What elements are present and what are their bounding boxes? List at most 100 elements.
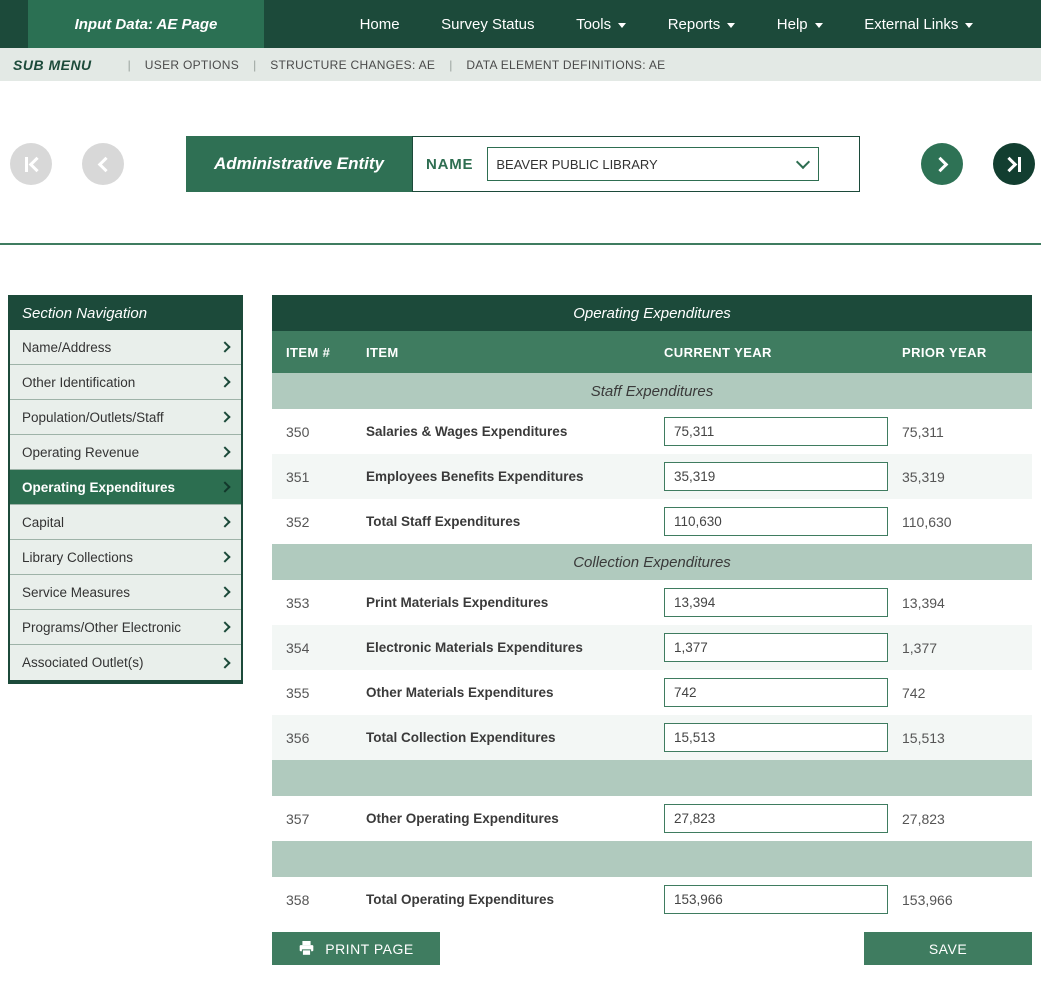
current-year-input-350[interactable] xyxy=(664,417,888,446)
entity-pager-row: Administrative Entity NAME BEAVER PUBLIC… xyxy=(0,136,1041,192)
chevron-right-icon xyxy=(219,586,230,597)
sidebar-item-population-outlets-staff[interactable]: Population/Outlets/Staff xyxy=(10,400,241,435)
table-row: 354 Electronic Materials Expenditures 1,… xyxy=(272,625,1032,670)
section-spacer xyxy=(272,760,1032,796)
table-row: 358 Total Operating Expenditures 153,966 xyxy=(272,877,1032,922)
administrative-entity-label: Administrative Entity xyxy=(186,136,412,192)
item-number: 353 xyxy=(272,595,366,611)
print-page-button[interactable]: PRINT PAGE xyxy=(272,932,440,965)
submenu-item-data-element-definitions[interactable]: DATA ELEMENT DEFINITIONS: AE xyxy=(466,58,665,72)
section-spacer xyxy=(272,841,1032,877)
chevron-right-icon xyxy=(219,657,230,668)
item-number: 356 xyxy=(272,730,366,746)
caret-down-icon xyxy=(815,23,823,28)
nav-item-home[interactable]: Home xyxy=(360,16,400,33)
caret-down-icon xyxy=(618,23,626,28)
sidebar-item-label: Service Measures xyxy=(22,585,130,600)
current-year-input-355[interactable] xyxy=(664,678,888,707)
sidebar-item-label: Operating Revenue xyxy=(22,445,139,460)
first-page-button[interactable] xyxy=(10,143,52,185)
prior-year-value: 110,630 xyxy=(902,514,1032,530)
sidebar-item-label: Library Collections xyxy=(22,550,133,565)
item-name: Electronic Materials Expenditures xyxy=(366,640,664,655)
next-page-button[interactable] xyxy=(921,143,963,185)
chevron-left-icon xyxy=(100,159,107,170)
sidebar-item-library-collections[interactable]: Library Collections xyxy=(10,540,241,575)
prior-year-value: 27,823 xyxy=(902,811,1032,827)
item-name: Salaries & Wages Expenditures xyxy=(366,424,664,439)
prev-page-button[interactable] xyxy=(82,143,124,185)
save-label: SAVE xyxy=(929,941,967,957)
submenu-item-user-options[interactable]: USER OPTIONS xyxy=(145,58,239,72)
prior-year-value: 1,377 xyxy=(902,640,1032,656)
sidebar-item-associated-outlets[interactable]: Associated Outlet(s) xyxy=(10,645,241,680)
chevron-down-icon xyxy=(796,154,810,168)
chevron-right-icon xyxy=(219,516,230,527)
entity-name-select[interactable]: BEAVER PUBLIC LIBRARY xyxy=(487,147,819,181)
sidebar-item-service-measures[interactable]: Service Measures xyxy=(10,575,241,610)
table-actions: PRINT PAGE SAVE xyxy=(272,932,1032,965)
table-row: 355 Other Materials Expenditures 742 xyxy=(272,670,1032,715)
sidebar-item-label: Population/Outlets/Staff xyxy=(22,410,164,425)
current-year-input-351[interactable] xyxy=(664,462,888,491)
sidebar-item-label: Operating Expenditures xyxy=(22,480,175,495)
sidebar-item-programs-other-electronic[interactable]: Programs/Other Electronic xyxy=(10,610,241,645)
chevron-right-icon xyxy=(219,376,230,387)
sidebar-item-label: Capital xyxy=(22,515,64,530)
sidebar-item-operating-expenditures[interactable]: Operating Expenditures xyxy=(10,470,241,505)
horizontal-divider xyxy=(0,243,1041,245)
separator: | xyxy=(128,58,131,72)
active-page-tab[interactable]: Input Data: AE Page xyxy=(28,0,264,48)
column-header-item-number: ITEM # xyxy=(272,345,366,360)
item-number: 354 xyxy=(272,640,366,656)
nav-item-help[interactable]: Help xyxy=(777,16,823,33)
column-header-prior-year: PRIOR YEAR xyxy=(902,345,1032,360)
table-row: 353 Print Materials Expenditures 13,394 xyxy=(272,580,1032,625)
chevron-right-icon xyxy=(219,621,230,632)
nav-item-label: Reports xyxy=(668,16,721,33)
prior-year-value: 742 xyxy=(902,685,1032,701)
current-year-input-357[interactable] xyxy=(664,804,888,833)
sub-menu-title: SUB MENU xyxy=(13,57,92,73)
nav-item-tools[interactable]: Tools xyxy=(576,16,626,33)
item-number: 355 xyxy=(272,685,366,701)
item-number: 351 xyxy=(272,469,366,485)
name-label: NAME xyxy=(426,156,473,173)
last-page-button[interactable] xyxy=(993,143,1035,185)
current-year-input-358[interactable] xyxy=(664,885,888,914)
operating-expenditures-table: Operating Expenditures ITEM # ITEM CURRE… xyxy=(272,295,1032,965)
nav-item-label: Tools xyxy=(576,16,611,33)
nav-item-label: Survey Status xyxy=(441,16,534,33)
table-row: 351 Employees Benefits Expenditures 35,3… xyxy=(272,454,1032,499)
current-year-input-352[interactable] xyxy=(664,507,888,536)
current-year-input-353[interactable] xyxy=(664,588,888,617)
item-number: 350 xyxy=(272,424,366,440)
item-name: Total Collection Expenditures xyxy=(366,730,664,745)
current-year-input-354[interactable] xyxy=(664,633,888,662)
sidebar-item-operating-revenue[interactable]: Operating Revenue xyxy=(10,435,241,470)
top-navigation-bar: Input Data: AE Page Home Survey Status T… xyxy=(0,0,1041,48)
sidebar-item-other-identification[interactable]: Other Identification xyxy=(10,365,241,400)
item-name: Total Operating Expenditures xyxy=(366,892,664,907)
chevron-right-icon xyxy=(219,481,230,492)
entity-name-selected-value: BEAVER PUBLIC LIBRARY xyxy=(496,157,657,172)
item-number: 352 xyxy=(272,514,366,530)
nav-item-survey-status[interactable]: Survey Status xyxy=(441,16,534,33)
print-page-label: PRINT PAGE xyxy=(325,941,414,957)
sidebar-item-capital[interactable]: Capital xyxy=(10,505,241,540)
table-row: 350 Salaries & Wages Expenditures 75,311 xyxy=(272,409,1032,454)
top-nav-menu: Home Survey Status Tools Reports Help Ex… xyxy=(264,0,1041,48)
nav-item-external-links[interactable]: External Links xyxy=(864,16,973,33)
chevron-right-icon xyxy=(939,159,946,170)
printer-icon xyxy=(298,941,315,956)
save-button[interactable]: SAVE xyxy=(864,932,1032,965)
item-name: Other Operating Expenditures xyxy=(366,811,664,826)
current-year-input-356[interactable] xyxy=(664,723,888,752)
nav-item-reports[interactable]: Reports xyxy=(668,16,736,33)
submenu-item-structure-changes[interactable]: STRUCTURE CHANGES: AE xyxy=(270,58,435,72)
section-navigation-sidebar: Section Navigation Name/Address Other Id… xyxy=(8,295,243,684)
separator: | xyxy=(253,58,256,72)
nav-item-label: External Links xyxy=(864,16,958,33)
item-number: 357 xyxy=(272,811,366,827)
sidebar-item-name-address[interactable]: Name/Address xyxy=(10,330,241,365)
